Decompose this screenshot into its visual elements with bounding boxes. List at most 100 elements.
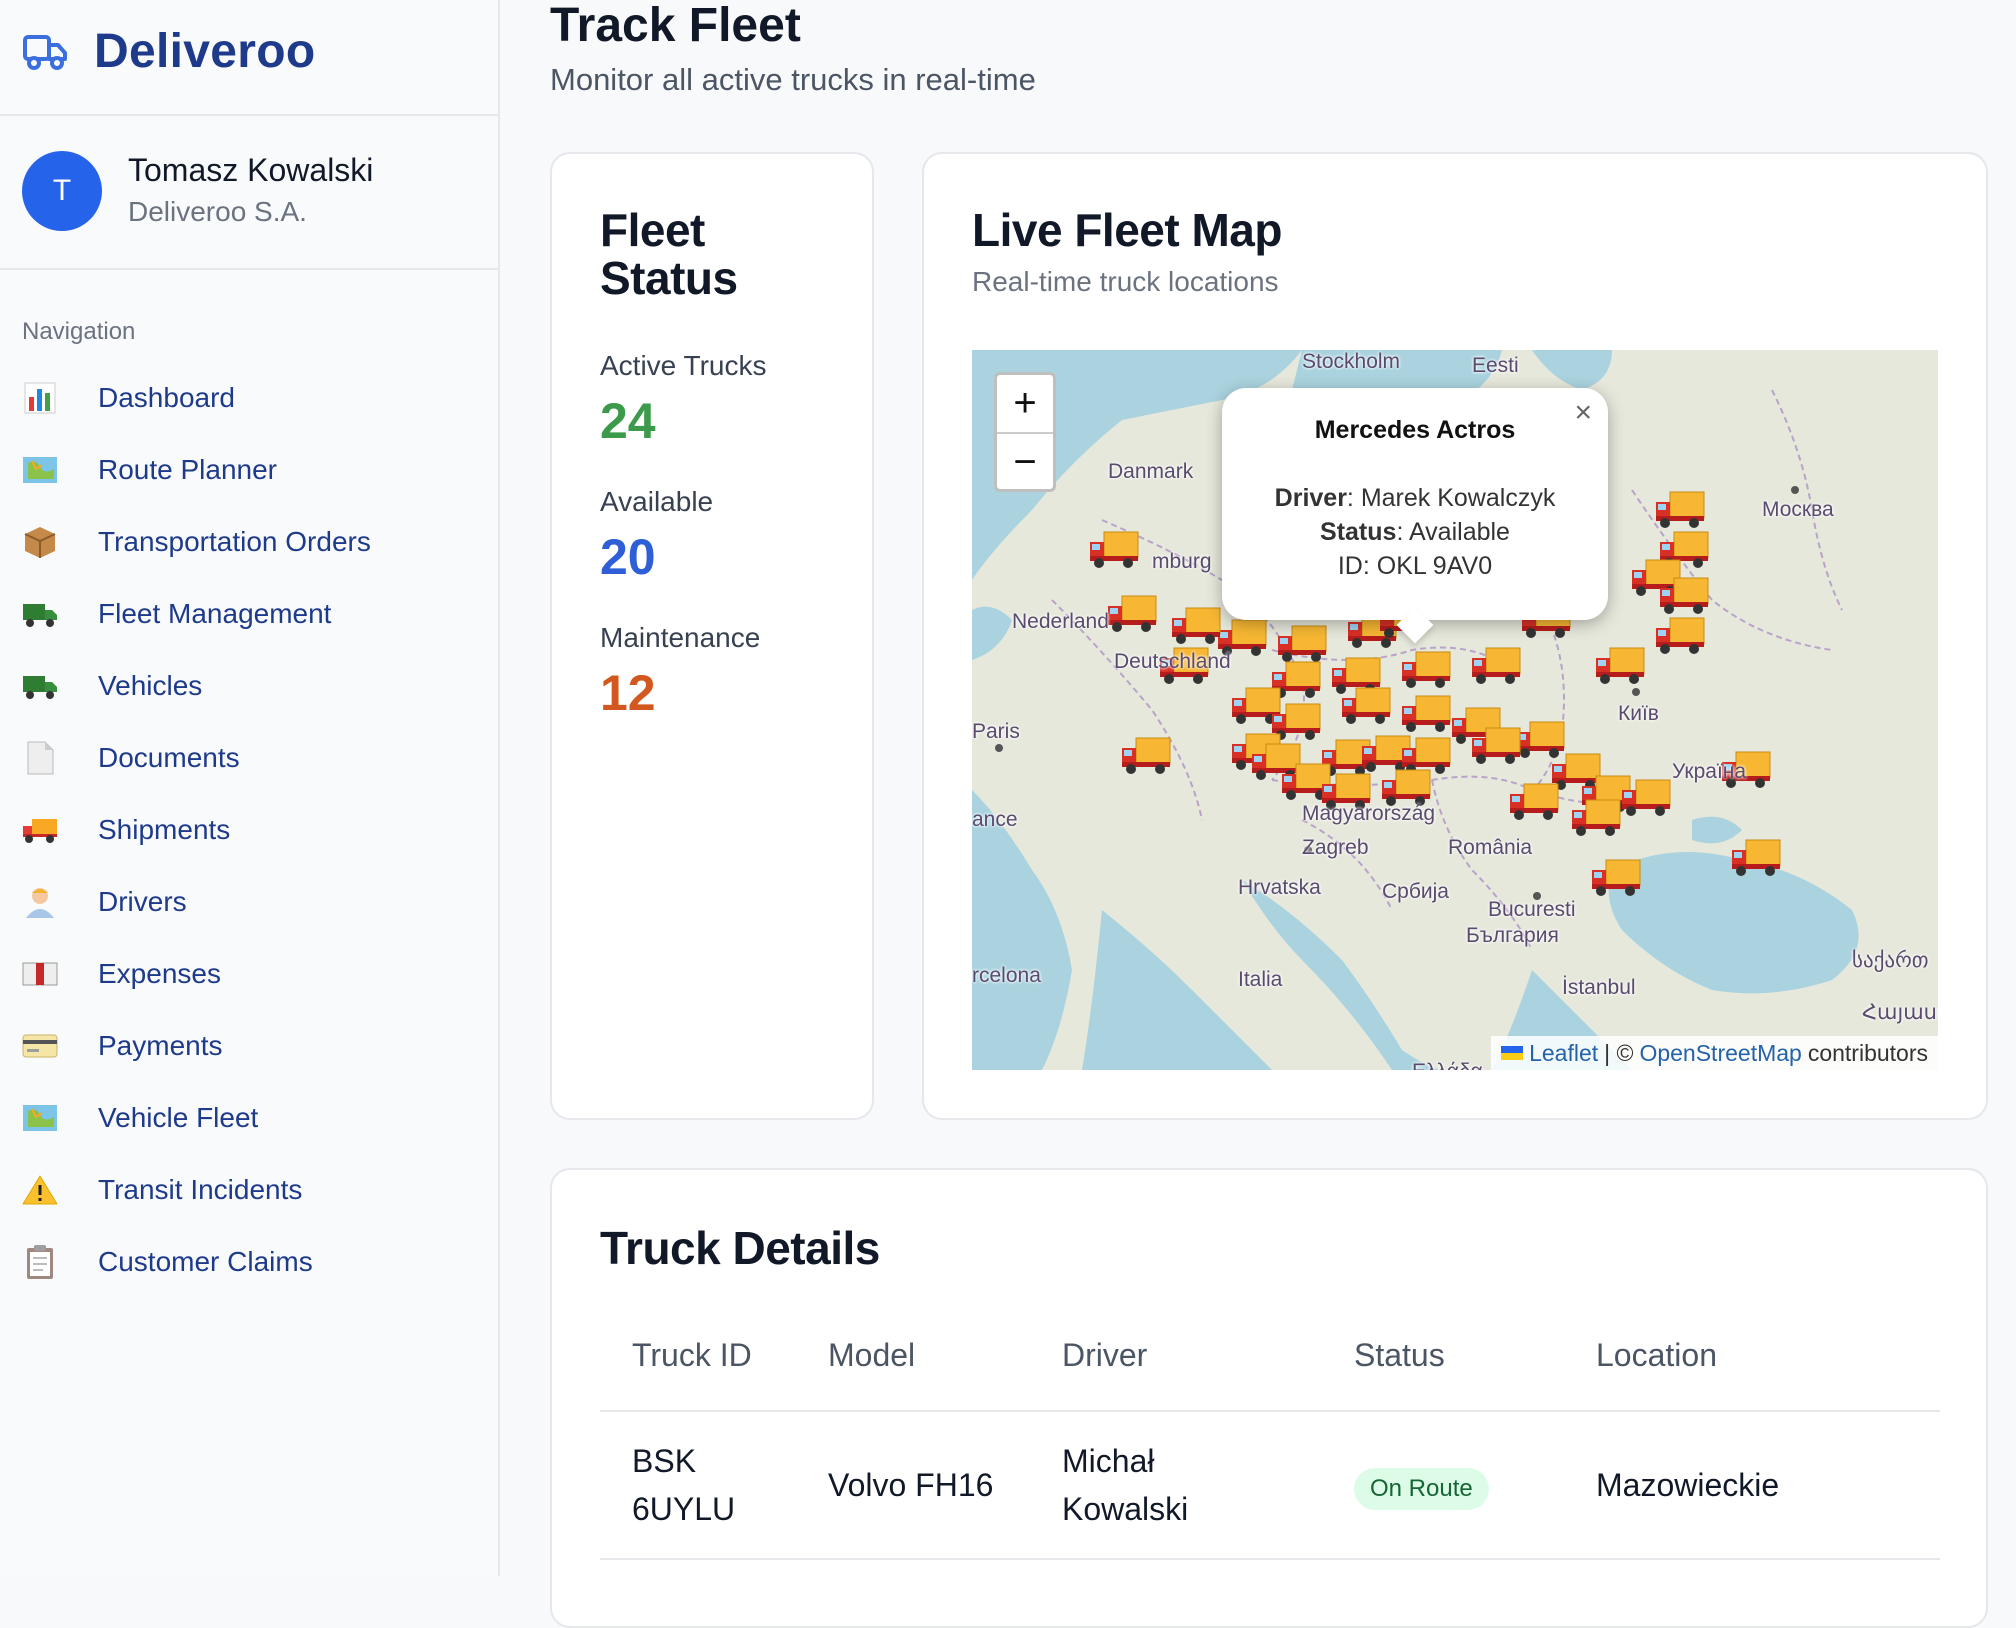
- map-place-label: Paris: [972, 720, 1020, 743]
- map-place-label: България: [1466, 924, 1559, 947]
- page-title: Track Fleet: [550, 0, 801, 52]
- zoom-out-button[interactable]: −: [997, 432, 1053, 491]
- sidebar-item-label: Transportation Orders: [98, 526, 371, 557]
- sidebar-item-transit-incidents[interactable]: Transit Incidents: [22, 1154, 371, 1226]
- map-place-label: rcelona: [972, 964, 1041, 987]
- sidebar-nav: Dashboard Route Planner Transportation O…: [22, 362, 371, 1298]
- map-place-label: mburg: [1152, 550, 1212, 573]
- attribution-separator: | ©: [1604, 1039, 1634, 1066]
- sidebar-item-vehicle-fleet[interactable]: Vehicle Fleet: [22, 1082, 371, 1154]
- sidebar-item-label: Fleet Management: [98, 598, 332, 629]
- ukraine-flag-icon: [1501, 1046, 1524, 1060]
- truck-details-card: Truck Details Truck ID Model Driver Stat…: [550, 1168, 1988, 1628]
- sidebar-item-documents[interactable]: Documents: [22, 722, 371, 794]
- truck-icon: [22, 596, 58, 632]
- map-place-label: Danmark: [1108, 460, 1194, 483]
- truck-logo-icon: [23, 35, 67, 70]
- sidebar-item-label: Customer Claims: [98, 1246, 313, 1277]
- sidebar-item-label: Vehicles: [98, 670, 203, 701]
- model-cell: Volvo FH16: [828, 1467, 994, 1503]
- document-icon: [22, 740, 58, 776]
- sidebar-item-expenses[interactable]: Expenses: [22, 938, 371, 1010]
- column-header[interactable]: Location: [1596, 1337, 1717, 1374]
- fleet-map[interactable]: Stockholm Eesti Danmark Москва mburg Nederlan…: [972, 350, 1938, 1070]
- zoom-control: + −: [994, 372, 1056, 492]
- table-row[interactable]: BSK 6UYLU Volvo FH16 Michał Kowalski On …: [600, 1412, 1940, 1560]
- maintenance-label: Maintenance: [600, 622, 761, 653]
- delivery-truck-icon: [22, 812, 58, 848]
- page-subtitle: Monitor all active trucks in real-time: [550, 62, 1036, 97]
- map-subtitle: Real-time truck locations: [972, 266, 1279, 297]
- sidebar-item-vehicles[interactable]: Vehicles: [22, 650, 371, 722]
- map-place-label: İstanbul: [1562, 976, 1636, 999]
- sidebar-item-route-planner[interactable]: Route Planner: [22, 434, 371, 506]
- leaflet-link[interactable]: Leaflet: [1529, 1040, 1598, 1067]
- map-place-label: საქართ: [1852, 949, 1929, 972]
- sidebar-item-transportation-orders[interactable]: Transportation Orders: [22, 506, 371, 578]
- brand[interactable]: Deliveroo: [22, 22, 315, 80]
- map-place-label: Հայաստ: [1862, 1001, 1938, 1024]
- sidebar-item-drivers[interactable]: Drivers: [22, 866, 371, 938]
- map-place-label: Eesti: [1472, 354, 1519, 377]
- sidebar: Deliveroo T Tomasz Kowalski Deliveroo S.…: [0, 0, 500, 1576]
- map-place-label: ance: [972, 808, 1018, 831]
- column-header[interactable]: Driver: [1062, 1337, 1354, 1374]
- driver-cell: Michał Kowalski: [1062, 1443, 1189, 1527]
- sidebar-item-customer-claims[interactable]: Customer Claims: [22, 1226, 371, 1298]
- map-place-label: Zagreb: [1302, 836, 1369, 859]
- popup-driver: Driver: Marek Kowalczyk: [1274, 484, 1556, 512]
- truck-popup: × Mercedes Actros Driver: Marek Kowalczy…: [1222, 388, 1608, 644]
- sidebar-item-label: Drivers: [98, 886, 187, 917]
- package-icon: [22, 524, 58, 560]
- popup-title: Mercedes Actros: [1314, 416, 1516, 444]
- sidebar-item-shipments[interactable]: Shipments: [22, 794, 371, 866]
- status-cell: On Route: [1354, 1461, 1596, 1510]
- brand-name: Deliveroo: [94, 24, 316, 78]
- column-header[interactable]: Model: [828, 1337, 1062, 1374]
- sidebar-item-label: Shipments: [98, 814, 231, 845]
- sidebar-item-payments[interactable]: Payments: [22, 1010, 371, 1082]
- clipboard-icon: [22, 1244, 58, 1280]
- live-fleet-map-card: Live Fleet Map Real-time truck locations: [922, 152, 1988, 1120]
- bar-chart-icon: [22, 380, 58, 416]
- map-place-label: Hrvatska: [1238, 876, 1321, 899]
- avatar: T: [22, 151, 102, 231]
- sidebar-item-label: Documents: [98, 742, 240, 773]
- fleet-status-card: Fleet Status Active Trucks 24 Available …: [550, 152, 874, 1120]
- sidebar-item-label: Payments: [98, 1030, 223, 1061]
- truck-icon: [22, 668, 58, 704]
- column-header[interactable]: Status: [1354, 1337, 1596, 1374]
- truck-table: Truck ID Model Driver Status Location BS…: [600, 1300, 1940, 1560]
- popup-status: Status: Available: [1320, 518, 1510, 546]
- status-badge: On Route: [1354, 1467, 1489, 1510]
- map-place-label: Bucuresti: [1488, 898, 1576, 921]
- map-place-label: România: [1448, 836, 1533, 859]
- map-place-label: Київ: [1618, 702, 1659, 725]
- sidebar-item-label: Vehicle Fleet: [98, 1102, 259, 1133]
- map-place-label: Ελλάδα: [1412, 1060, 1483, 1070]
- popup-id: ID: OKL 9AV0: [1337, 552, 1493, 580]
- column-header[interactable]: Truck ID: [600, 1337, 828, 1374]
- divider: [0, 114, 500, 116]
- map-icon: [22, 452, 58, 488]
- map-icon: [22, 1100, 58, 1136]
- map-place-label: Србија: [1382, 880, 1449, 903]
- sidebar-item-fleet-management[interactable]: Fleet Management: [22, 578, 371, 650]
- map-place-label: Magyarország: [1302, 802, 1436, 825]
- user-name: Tomasz Kowalski: [128, 152, 374, 188]
- sidebar-item-dashboard[interactable]: Dashboard: [22, 362, 371, 434]
- zoom-in-button[interactable]: +: [997, 375, 1053, 432]
- sidebar-item-label: Expenses: [98, 958, 221, 989]
- user-profile[interactable]: T Tomasz Kowalski Deliveroo S.A.: [22, 150, 373, 232]
- attribution-suffix: contributors: [1807, 1039, 1928, 1066]
- sidebar-item-label: Transit Incidents: [98, 1174, 303, 1205]
- map-place-label: Nederland: [1012, 610, 1109, 633]
- ledger-icon: [22, 956, 58, 992]
- nav-heading: Navigation: [22, 318, 136, 345]
- map-attribution: Leaflet | © OpenStreetMap contributors: [1491, 1036, 1938, 1070]
- available-value: 20: [600, 529, 656, 585]
- warning-icon: [22, 1172, 58, 1208]
- openstreetmap-link[interactable]: OpenStreetMap: [1639, 1040, 1801, 1067]
- map-title: Live Fleet Map: [972, 204, 1282, 256]
- active-trucks-label: Active Trucks: [600, 350, 767, 381]
